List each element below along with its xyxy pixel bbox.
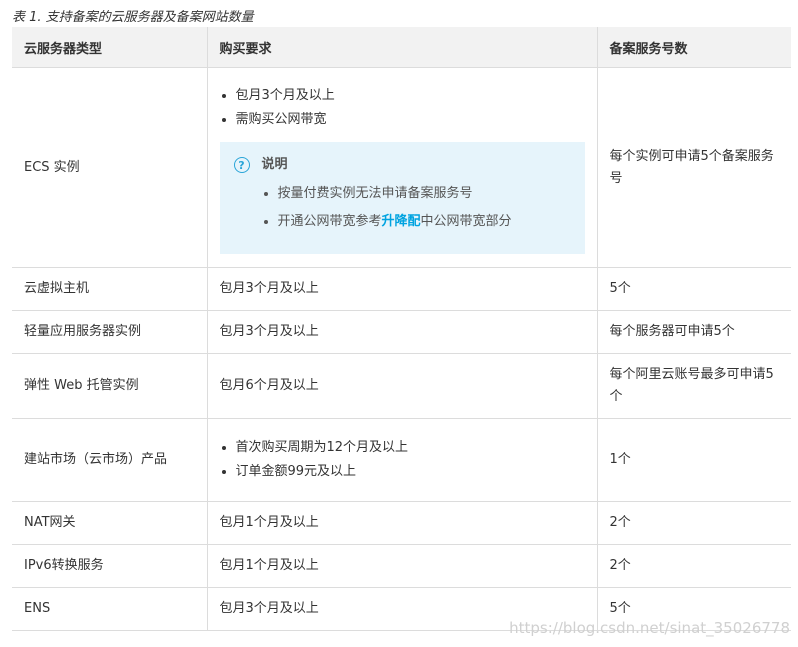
server-table: 云服务器类型 购买要求 备案服务号数 ECS 实例 包月3个月及以上 需购买公网…	[12, 27, 791, 631]
table-caption: 表 1. 支持备案的云服务器及备案网站数量	[12, 10, 254, 25]
requirement-cell: 包月1个月及以上	[206, 544, 597, 588]
note-text: 中公网带宽部分	[420, 213, 512, 229]
requirement-cell: 包月3个月及以上	[206, 310, 597, 354]
list-item: 需购买公网带宽	[236, 110, 585, 130]
server-type-cell: ENS	[12, 587, 207, 631]
table-row: 轻量应用服务器实例 包月3个月及以上 每个服务器可申请5个	[12, 310, 791, 354]
requirement-list: 首次购买周期为12个月及以上 订单金额99元及以上	[220, 438, 585, 482]
resize-config-link[interactable]: 升降配	[382, 214, 421, 229]
table-row: 弹性 Web 托管实例 包月6个月及以上 每个阿里云账号最多可申请5个	[12, 353, 791, 419]
filing-count-cell: 每个阿里云账号最多可申请5个	[596, 353, 791, 419]
filing-count-cell: 5个	[596, 267, 791, 311]
requirement-cell: 包月3个月及以上 需购买公网带宽 ? 说明 按量付费实例无法申请备案服务号 开通…	[206, 67, 597, 268]
list-item: 订单金额99元及以上	[236, 462, 585, 482]
table-row: IPv6转换服务 包月1个月及以上 2个	[12, 544, 791, 588]
filing-count-cell: 每个实例可申请5个备案服务号	[596, 67, 791, 268]
list-item: 开通公网带宽参考升降配中公网带宽部分	[278, 212, 571, 232]
question-circle-icon: ?	[233, 156, 250, 173]
requirement-cell: 包月6个月及以上	[206, 353, 597, 419]
requirement-cell: 包月1个月及以上	[206, 501, 597, 545]
requirement-list: 包月3个月及以上 需购买公网带宽	[220, 86, 585, 130]
table-header-row: 云服务器类型 购买要求 备案服务号数	[12, 27, 791, 68]
filing-count-cell: 2个	[596, 501, 791, 545]
table-row: NAT网关 包月1个月及以上 2个	[12, 501, 791, 545]
watermark: https://blog.csdn.net/sinat_35026778	[509, 619, 790, 637]
list-item: 首次购买周期为12个月及以上	[236, 438, 585, 458]
table-row: 建站市场（云市场）产品 首次购买周期为12个月及以上 订单金额99元及以上 1个	[12, 418, 791, 502]
header-purchase-req: 购买要求	[206, 27, 597, 68]
header-server-type: 云服务器类型	[12, 27, 207, 68]
table-row: 云虚拟主机 包月3个月及以上 5个	[12, 267, 791, 311]
server-type-cell: 弹性 Web 托管实例	[12, 353, 207, 419]
note-text: 开通公网带宽参考	[277, 213, 382, 229]
server-type-cell: ECS 实例	[12, 67, 207, 268]
header-filing-count: 备案服务号数	[596, 27, 791, 68]
server-type-cell: IPv6转换服务	[12, 544, 207, 588]
server-type-cell: 轻量应用服务器实例	[12, 310, 207, 354]
requirement-cell: 包月3个月及以上	[206, 267, 597, 311]
list-item: 按量付费实例无法申请备案服务号	[278, 184, 571, 204]
note-box: ? 说明 按量付费实例无法申请备案服务号 开通公网带宽参考升降配中公网带宽部分	[219, 141, 585, 254]
filing-count-cell: 每个服务器可申请5个	[596, 310, 791, 354]
server-type-cell: 云虚拟主机	[12, 267, 207, 311]
server-type-cell: 建站市场（云市场）产品	[12, 418, 207, 502]
note-list: 按量付费实例无法申请备案服务号 开通公网带宽参考升降配中公网带宽部分	[234, 184, 571, 232]
filing-count-cell: 2个	[596, 544, 791, 588]
table-row: ECS 实例 包月3个月及以上 需购买公网带宽 ? 说明 按量付费实例无法申请备…	[12, 67, 791, 268]
note-header: ? 说明	[233, 154, 571, 176]
list-item: 包月3个月及以上	[236, 86, 585, 106]
requirement-cell: 首次购买周期为12个月及以上 订单金额99元及以上	[206, 418, 597, 502]
filing-count-cell: 1个	[596, 418, 791, 502]
note-title: 说明	[261, 156, 288, 172]
server-type-cell: NAT网关	[12, 501, 207, 545]
